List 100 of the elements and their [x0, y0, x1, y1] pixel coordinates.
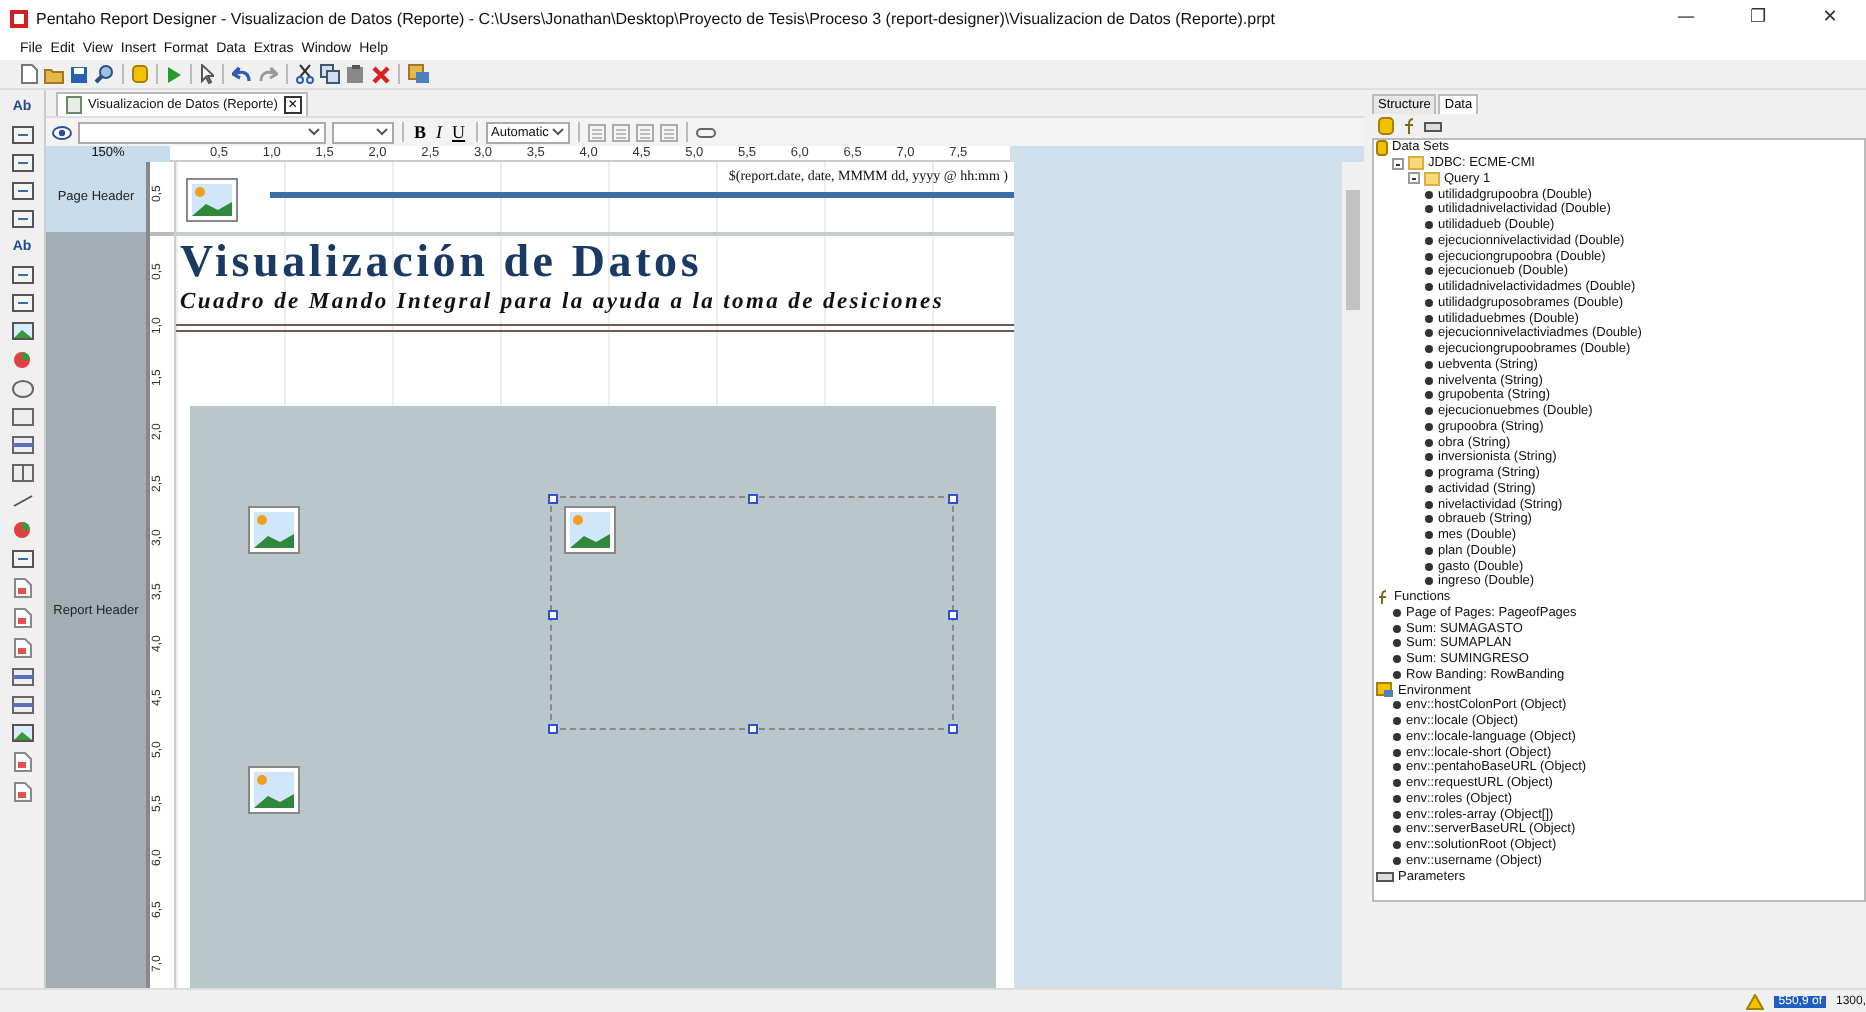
collapse-icon[interactable] [1392, 157, 1404, 170]
bullet-icon [1392, 623, 1402, 634]
ellipse-tool-icon[interactable] [11, 380, 33, 398]
save-icon[interactable] [70, 65, 88, 83]
bullet-icon [1392, 778, 1402, 789]
scrollbar[interactable] [1342, 162, 1364, 988]
app-icon [10, 9, 28, 27]
band-tool-icon[interactable] [11, 668, 33, 686]
image-tool-icon[interactable] [11, 724, 33, 742]
image-placeholder-icon[interactable] [186, 178, 238, 222]
bullet-icon [1424, 561, 1434, 572]
image-placeholder-icon[interactable] [248, 766, 300, 814]
document-tool-icon[interactable] [13, 752, 31, 772]
italic-button[interactable]: I [434, 122, 445, 142]
bullet-icon [1424, 328, 1434, 339]
play-icon[interactable] [166, 65, 182, 83]
line-tool-icon[interactable] [11, 492, 33, 510]
eye-icon[interactable] [52, 125, 72, 139]
bullet-icon [1424, 576, 1434, 587]
scissors-icon[interactable] [296, 64, 314, 84]
window-control-button[interactable]: ❐ [1722, 8, 1794, 28]
bullet-icon [1392, 824, 1402, 835]
bullet-icon [1424, 344, 1434, 355]
field-tool-icon[interactable] [11, 210, 33, 228]
image-placeholder-icon[interactable] [564, 506, 616, 554]
collapse-icon[interactable] [1408, 172, 1420, 185]
folder-icon[interactable] [44, 65, 64, 83]
chevron-down-icon [552, 128, 565, 136]
bullet-icon [1392, 762, 1402, 773]
document-tool-icon[interactable] [13, 782, 31, 802]
bold-button[interactable]: B [412, 122, 429, 142]
bullet-icon [1424, 251, 1434, 262]
field-tool-icon[interactable] [11, 294, 33, 312]
report-title[interactable]: Visualización de Datos [180, 236, 703, 288]
chevron-down-icon [308, 128, 320, 136]
chart-tool-icon[interactable] [12, 520, 32, 540]
parameters-icon [1376, 871, 1394, 882]
window-title: Pentaho Report Designer - Visualizacion de Datos (Reporte) - C:\Users\Jonathan\Desktop\Proyecto de Tesis\Proceso 3 (report-designer)\Visualizacion de Datos (Reporte).prpt [36, 9, 1275, 27]
redo-icon[interactable] [258, 66, 278, 82]
copy-icon[interactable] [320, 64, 340, 84]
bullet-icon [1424, 406, 1434, 417]
clipboard-icon[interactable] [346, 64, 366, 84]
bullet-icon [1424, 220, 1434, 231]
bullet-icon [1392, 700, 1402, 711]
image-tool-icon[interactable] [11, 322, 33, 340]
chart-tool-icon[interactable] [12, 350, 32, 370]
new-file-icon[interactable] [20, 64, 38, 84]
selection-frame[interactable] [550, 496, 954, 730]
bullet-icon [1424, 514, 1434, 525]
function-icon [1376, 590, 1390, 605]
bullet-icon [1424, 390, 1434, 401]
report-subtitle[interactable]: Cuadro de Mando Integral para la ayuda a la toma de desiciones [180, 290, 945, 314]
bullet-icon [1424, 359, 1434, 370]
bullet-icon [1392, 716, 1402, 727]
bullet-icon [1424, 375, 1434, 386]
warning-icon [1746, 993, 1765, 1009]
pointer-icon[interactable] [200, 64, 214, 84]
bullet-icon [1424, 421, 1434, 432]
bullet-icon [1392, 731, 1402, 742]
field-tool-icon[interactable] [11, 182, 33, 200]
bullet-icon [1424, 452, 1434, 463]
field-tool-icon[interactable] [11, 154, 33, 172]
delete-icon[interactable] [372, 65, 390, 83]
bullet-icon [1424, 235, 1434, 246]
bullet-icon [1424, 297, 1434, 308]
bullet-icon [1424, 313, 1434, 324]
document-tool-icon[interactable] [13, 638, 31, 658]
bullet-icon [1424, 189, 1434, 200]
band-tool-icon[interactable] [11, 696, 33, 714]
bullet-icon [1392, 747, 1402, 758]
database-icon[interactable] [132, 64, 148, 84]
bullet-icon [1392, 607, 1402, 618]
parameters-icon[interactable] [1424, 121, 1442, 131]
bullet-icon [1392, 809, 1402, 820]
link-icon[interactable] [696, 127, 717, 137]
document-tool-icon[interactable] [13, 578, 31, 598]
size-combo[interactable] [332, 121, 394, 143]
window-control-button[interactable]: ✕ [1794, 8, 1866, 28]
field-tool-icon[interactable] [11, 126, 33, 144]
publish-icon[interactable] [408, 64, 430, 84]
underline-button[interactable]: U [450, 122, 468, 142]
document-icon [66, 96, 82, 114]
magnifier-icon[interactable] [94, 64, 114, 84]
bullet-icon [1392, 855, 1402, 866]
bullet-icon [1424, 483, 1434, 494]
document-tool-icon[interactable] [13, 608, 31, 628]
field-tool-icon[interactable] [11, 266, 33, 284]
folder-icon [1376, 682, 1394, 699]
columns-tool-icon[interactable] [11, 464, 33, 482]
bullet-icon [1424, 266, 1434, 277]
image-placeholder-icon[interactable] [248, 506, 300, 554]
undo-icon[interactable] [232, 66, 252, 82]
field-tool-icon[interactable] [11, 550, 33, 568]
bullet-icon [1392, 638, 1402, 649]
window-control-button[interactable]: — [1650, 8, 1722, 28]
bullet-icon [1424, 437, 1434, 448]
bullet-icon [1392, 840, 1402, 851]
function-icon[interactable] [1402, 118, 1416, 134]
rectangle-tool-icon[interactable] [11, 408, 33, 426]
band-tool-icon[interactable] [11, 436, 33, 454]
